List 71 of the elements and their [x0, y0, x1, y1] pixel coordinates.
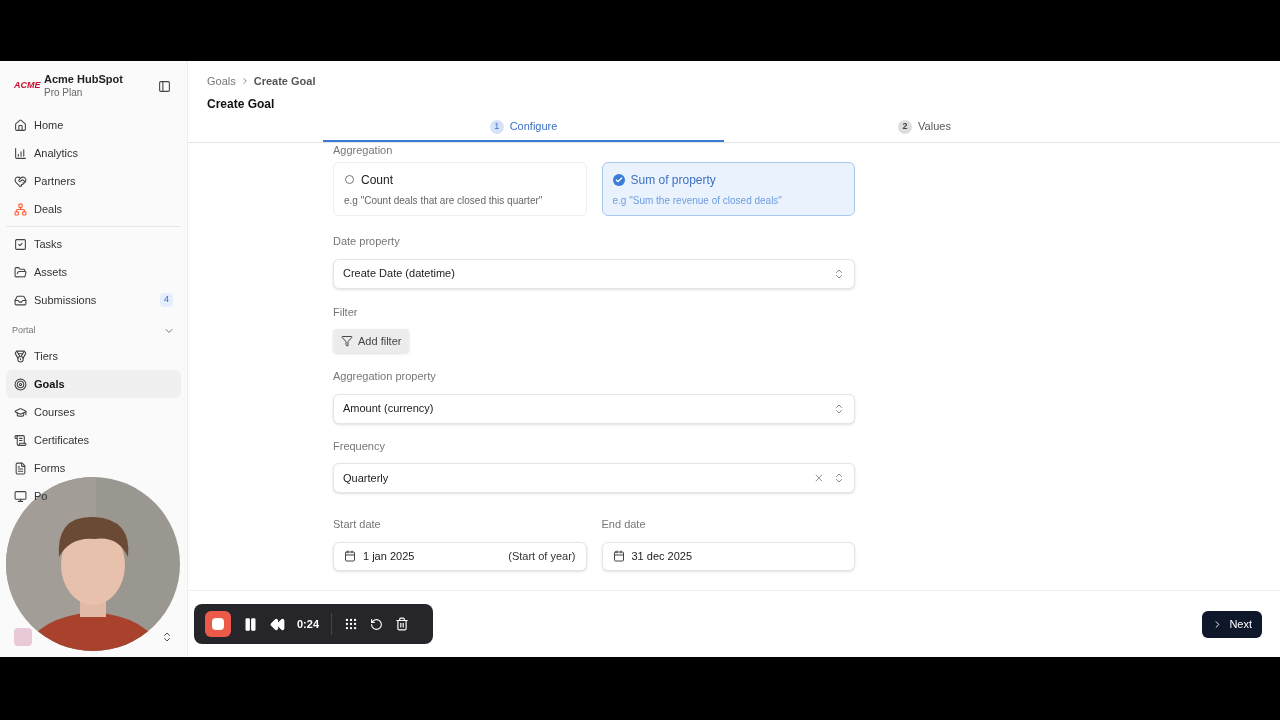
logo: ACME: [14, 79, 42, 93]
clear-icon[interactable]: [813, 472, 825, 484]
next-button[interactable]: Next: [1202, 610, 1262, 638]
plan-name: Pro Plan: [44, 86, 84, 100]
sidebar-item[interactable]: Certificates: [6, 426, 98, 454]
chart-icon: [14, 146, 27, 160]
sidebar-item[interactable]: Tiers: [6, 342, 67, 370]
field-label: Frequency: [333, 438, 386, 454]
brand-name: Acme HubSpot: [44, 72, 124, 87]
sidebar-item[interactable]: Submissions 4: [6, 286, 181, 314]
recording-time: 0:24: [297, 616, 320, 632]
select-field[interactable]: Amount (currency): [333, 393, 855, 424]
date-field[interactable]: 31 dec 2025: [601, 541, 855, 571]
option-card[interactable]: Sum of property e.g "Sum the revenue of closed deals": [601, 162, 855, 216]
chevron-icon: [833, 402, 845, 415]
option-title: Count: [361, 171, 394, 189]
calendar-icon: [344, 550, 356, 562]
section-header[interactable]: Portal: [6, 320, 181, 342]
folder-icon: [14, 265, 27, 279]
page-title: Create Goal: [207, 95, 276, 113]
breadcrumb-current: Create Goal: [253, 74, 316, 89]
sidebar-item[interactable]: Home: [6, 111, 72, 139]
sidebar-item[interactable]: Assets: [6, 258, 75, 286]
field-label: Filter: [333, 304, 359, 320]
network-icon: [14, 202, 27, 216]
count-badge: 4: [160, 293, 173, 307]
sidebar-item[interactable]: Courses: [6, 398, 83, 426]
sidebar-item[interactable]: Forms: [6, 454, 74, 482]
document-icon: [14, 461, 27, 475]
monitor-icon: [14, 489, 27, 503]
filter-icon: [341, 335, 353, 347]
radio-checked-icon: [612, 173, 625, 186]
scroll-icon: [14, 433, 27, 447]
field-label: Start date: [333, 517, 382, 532]
step-tab[interactable]: 2 Values: [724, 113, 1125, 142]
field-label: Aggregation: [333, 142, 394, 158]
chevron-icon: [833, 267, 845, 280]
sidebar-item[interactable]: Deals: [6, 195, 71, 223]
field-label: End date: [601, 517, 647, 532]
option-card[interactable]: Count e.g "Count deals that are closed this quarter": [333, 162, 587, 216]
sidebar-item[interactable]: Analytics: [6, 139, 87, 167]
field-label: Aggregation property: [333, 369, 437, 384]
option-example: e.g "Count deals that are closed this quarter": [344, 193, 544, 208]
trash-icon[interactable]: [395, 617, 410, 631]
restart-icon[interactable]: [370, 617, 384, 631]
add-filter-button[interactable]: Add filter: [333, 329, 410, 353]
field-label: Date property: [333, 234, 401, 249]
target-icon: [14, 377, 27, 391]
graduation-cap-icon: [14, 405, 27, 419]
home-icon: [14, 118, 27, 132]
inbox-icon: [14, 293, 27, 307]
chevron-icon: [833, 472, 845, 484]
breadcrumb-link[interactable]: Goals: [207, 73, 236, 90]
grid-icon[interactable]: [344, 617, 359, 631]
step-tab[interactable]: 1 Configure: [323, 113, 724, 142]
stop-button[interactable]: [205, 611, 231, 637]
rewind-icon[interactable]: [270, 616, 285, 632]
option-example: e.g "Sum the revenue of closed deals": [612, 193, 783, 208]
date-field[interactable]: 1 jan 2025 (Start of year): [333, 541, 587, 571]
option-title: Sum of property: [630, 171, 716, 189]
pause-icon[interactable]: [243, 616, 258, 632]
medal-icon: [14, 349, 27, 363]
sidebar-item[interactable]: Partners: [6, 167, 84, 195]
chevron-icon[interactable]: [161, 631, 173, 643]
checkbox-icon: [14, 237, 27, 251]
select-field[interactable]: Quarterly: [333, 463, 855, 493]
calendar-icon: [612, 550, 625, 562]
sidebar-item[interactable]: Tasks: [6, 230, 71, 258]
select-field[interactable]: Create Date (datetime): [333, 258, 855, 289]
sidebar-item[interactable]: Goals: [6, 370, 181, 398]
sidebar-toggle-icon[interactable]: [158, 79, 171, 93]
